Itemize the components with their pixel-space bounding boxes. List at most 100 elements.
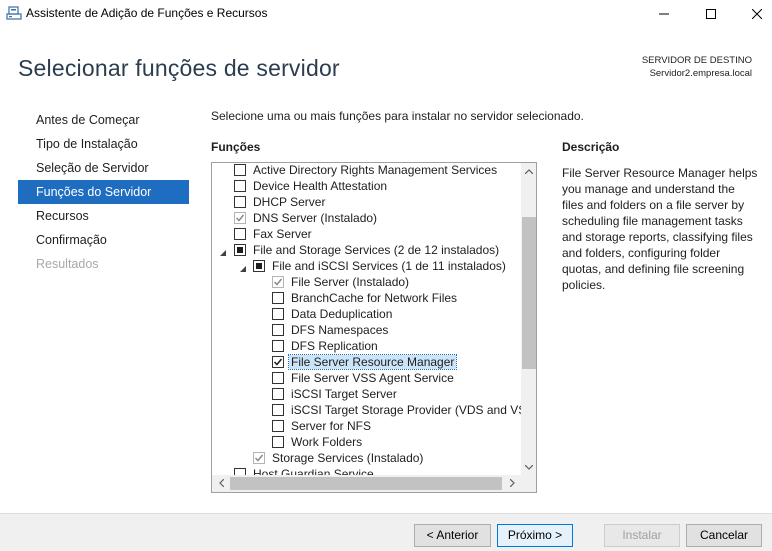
expand-arrow-icon[interactable]: [219, 246, 227, 256]
role-checkbox[interactable]: [234, 164, 246, 176]
role-checkbox[interactable]: [272, 436, 284, 448]
role-label: DNS Server (Instalado): [253, 211, 378, 225]
role-checkbox[interactable]: [234, 180, 246, 192]
role-row[interactable]: DFS Namespaces: [212, 322, 521, 338]
role-checkbox[interactable]: [272, 356, 284, 368]
role-checkbox[interactable]: [234, 468, 246, 475]
role-checkbox[interactable]: [253, 260, 265, 272]
cancel-button[interactable]: Cancelar: [686, 524, 762, 547]
role-checkbox: [234, 212, 246, 224]
role-label: iSCSI Target Server: [291, 387, 397, 401]
role-row[interactable]: File and Storage Services (2 de 12 insta…: [212, 242, 521, 258]
role-checkbox: [272, 276, 284, 288]
checkmark-icon: [254, 454, 264, 462]
title-bar: Assistente de Adição de Funções e Recurs…: [0, 0, 772, 28]
roles-list: Active Directory Rights Management Servi…: [212, 163, 521, 475]
scroll-left-button[interactable]: [213, 475, 229, 491]
role-label: iSCSI Target Storage Provider (VDS and V…: [291, 403, 521, 417]
role-label: Device Health Attestation: [253, 179, 388, 193]
page-title: Selecionar funções de servidor: [18, 55, 340, 81]
nav-item-6[interactable]: Confirmação: [18, 228, 189, 252]
nav-item-2[interactable]: Tipo de Instalação: [18, 132, 189, 156]
role-checkbox[interactable]: [234, 196, 246, 208]
role-label: Data Deduplication: [291, 307, 393, 321]
role-row[interactable]: File Server Resource Manager: [212, 354, 521, 370]
role-row[interactable]: File Server VSS Agent Service: [212, 370, 521, 386]
role-checkbox[interactable]: [272, 404, 284, 416]
wizard-navigation: Antes de Começar Tipo de Instalação Seleçã…: [18, 108, 189, 276]
role-checkbox[interactable]: [272, 372, 284, 384]
role-row[interactable]: Work Folders: [212, 434, 521, 450]
description-text: File Server Resource Manager helps you m…: [562, 166, 758, 292]
close-button[interactable]: [734, 0, 772, 28]
scroll-up-button[interactable]: [521, 163, 536, 179]
role-checkbox: [253, 452, 265, 464]
role-label: Work Folders: [291, 435, 363, 449]
destination-server-label: SERVIDOR DE DESTINO: [641, 55, 752, 66]
nav-item-3[interactable]: Seleção de Servidor: [18, 156, 189, 180]
instructions-text: Selecione uma ou mais funções para insta…: [211, 109, 584, 123]
server-manager-icon: [6, 5, 22, 21]
destination-server-name: Servidor2.empresa.local: [649, 68, 752, 79]
description-heading: Descrição: [562, 140, 620, 154]
maximize-button[interactable]: [688, 0, 734, 28]
role-checkbox[interactable]: [234, 244, 246, 256]
role-row[interactable]: iSCSI Target Server: [212, 386, 521, 402]
roles-tree[interactable]: Active Directory Rights Management Servi…: [211, 162, 537, 493]
role-row[interactable]: BranchCache for Network Files: [212, 290, 521, 306]
role-row[interactable]: File Server (Instalado): [212, 274, 521, 290]
role-label: Fax Server: [253, 227, 312, 241]
expand-arrow-icon[interactable]: [239, 262, 247, 272]
role-row[interactable]: Fax Server: [212, 226, 521, 242]
role-row[interactable]: Server for NFS: [212, 418, 521, 434]
role-row[interactable]: File and iSCSI Services (1 de 11 instala…: [212, 258, 521, 274]
horizontal-scrollbar[interactable]: [212, 475, 521, 492]
chevron-left-icon: [218, 479, 224, 487]
nav-item-5[interactable]: Recursos: [18, 204, 189, 228]
checkmark-icon: [273, 278, 283, 286]
vertical-scrollbar[interactable]: [521, 163, 536, 475]
scroll-right-button[interactable]: [504, 475, 520, 491]
role-label: File and iSCSI Services (1 de 11 instala…: [272, 259, 506, 273]
role-row[interactable]: Host Guardian Service: [212, 466, 521, 475]
role-row[interactable]: Device Health Attestation: [212, 178, 521, 194]
chevron-up-icon: [525, 168, 533, 174]
scrollbar-corner: [521, 475, 536, 492]
role-checkbox[interactable]: [272, 308, 284, 320]
role-checkbox[interactable]: [234, 228, 246, 240]
checkmark-icon: [273, 358, 283, 366]
scroll-down-button[interactable]: [521, 459, 536, 475]
vertical-scroll-thumb[interactable]: [522, 217, 536, 369]
role-checkbox[interactable]: [272, 420, 284, 432]
role-label: Host Guardian Service: [253, 467, 374, 475]
role-row[interactable]: Storage Services (Instalado): [212, 450, 521, 466]
minimize-icon: [659, 13, 669, 15]
role-label: DFS Replication: [291, 339, 378, 353]
role-checkbox[interactable]: [272, 324, 284, 336]
role-label: Active Directory Rights Management Servi…: [253, 163, 498, 177]
nav-item-4[interactable]: Funções do Servidor: [18, 180, 189, 204]
minimize-button[interactable]: [641, 0, 687, 28]
role-row[interactable]: DNS Server (Instalado): [212, 210, 521, 226]
nav-item-1[interactable]: Antes de Começar: [18, 108, 189, 132]
role-label: File Server VSS Agent Service: [291, 371, 454, 385]
role-checkbox[interactable]: [272, 292, 284, 304]
role-row[interactable]: Data Deduplication: [212, 306, 521, 322]
role-label: DFS Namespaces: [291, 323, 389, 337]
horizontal-scroll-thumb[interactable]: [230, 477, 502, 490]
roles-tree-viewport: Active Directory Rights Management Servi…: [212, 163, 521, 475]
role-row[interactable]: DHCP Server: [212, 194, 521, 210]
maximize-icon: [706, 9, 716, 19]
window-title: Assistente de Adição de Funções e Recurs…: [26, 6, 268, 20]
role-row[interactable]: iSCSI Target Storage Provider (VDS and V…: [212, 402, 521, 418]
roles-heading: Funções: [211, 140, 261, 154]
role-row[interactable]: Active Directory Rights Management Servi…: [212, 163, 521, 178]
next-button[interactable]: Próximo >: [497, 524, 573, 547]
role-checkbox[interactable]: [272, 388, 284, 400]
role-row[interactable]: DFS Replication: [212, 338, 521, 354]
role-label: File and Storage Services (2 de 12 insta…: [253, 243, 500, 257]
previous-button[interactable]: < Anterior: [414, 524, 491, 547]
close-icon: [752, 9, 762, 19]
role-label: Server for NFS: [291, 419, 372, 433]
role-checkbox[interactable]: [272, 340, 284, 352]
